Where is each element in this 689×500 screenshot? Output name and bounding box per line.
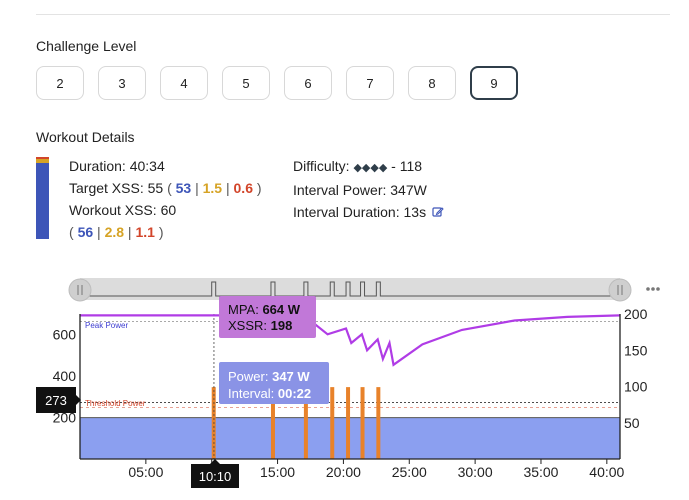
challenge-level-4-button[interactable]: 4 bbox=[160, 66, 208, 100]
xss-bar-blue bbox=[36, 163, 49, 239]
interval-duration-label: Interval Duration: bbox=[293, 204, 400, 220]
challenge-level-8-button[interactable]: 8 bbox=[408, 66, 456, 100]
more-horizontal-icon[interactable] bbox=[646, 287, 660, 291]
workout-xss-red: 1.1 bbox=[135, 224, 155, 240]
workout-chart-svg: 05:0010:0015:0020:0025:0030:0035:0040:00… bbox=[36, 278, 660, 488]
target-xss-blue: 53 bbox=[175, 180, 192, 196]
xssr-value: 198 bbox=[271, 318, 293, 333]
interval-power-label: Interval Power: bbox=[293, 182, 387, 198]
difficulty-label: Difficulty: bbox=[293, 158, 350, 174]
duration-row: Duration: 40:34 bbox=[69, 155, 262, 177]
xss-composition-bar bbox=[36, 157, 49, 239]
xssr-label: XSSR: bbox=[228, 318, 267, 333]
svg-text:Power: 347 W: Power: 347 W bbox=[228, 369, 310, 384]
navigator-left-handle[interactable] bbox=[68, 278, 92, 302]
challenge-level-3-button[interactable]: 3 bbox=[98, 66, 146, 100]
mpa-label: MPA: bbox=[228, 302, 259, 317]
edit-icon[interactable] bbox=[432, 202, 444, 224]
top-divider bbox=[36, 14, 670, 15]
interval-duration-value: 13s bbox=[403, 204, 427, 220]
duration-value: 40:34 bbox=[129, 158, 165, 174]
x-marker-text: 10:10 bbox=[199, 469, 232, 484]
y-left-tick-label: 600 bbox=[53, 327, 77, 343]
challenge-level-7-button[interactable]: 7 bbox=[346, 66, 394, 100]
workout-xss-parts-row: ( 56 | 2.8 | 1.1 ) bbox=[69, 224, 164, 240]
workout-xss-yellow: 2.8 bbox=[104, 224, 125, 240]
y-left-tick-label: 400 bbox=[53, 368, 77, 384]
x-tick-label: 25:00 bbox=[392, 464, 427, 480]
interval-power-value: 347W bbox=[390, 182, 427, 198]
x-tick-label: 20:00 bbox=[326, 464, 361, 480]
difficulty-row: Difficulty: ◆◆◆◆ - 118 bbox=[293, 155, 444, 179]
power-value: 347 W bbox=[272, 369, 310, 384]
challenge-level-6-button[interactable]: 6 bbox=[284, 66, 332, 100]
workout-xss-value: 60 bbox=[160, 202, 177, 218]
x-tick-label: 40:00 bbox=[589, 464, 624, 480]
y-right-tick-label: 200 bbox=[624, 306, 648, 322]
workout-xss-label: Workout XSS: bbox=[69, 202, 157, 218]
challenge-level-title: Challenge Level bbox=[36, 38, 137, 54]
challenge-level-9-button[interactable]: 9 bbox=[470, 66, 518, 100]
power-label: Power: bbox=[228, 369, 268, 384]
workout-xss-blue: 56 bbox=[77, 224, 94, 240]
navigator-right-handle[interactable] bbox=[608, 278, 632, 302]
target-xss-value: 55 bbox=[147, 180, 164, 196]
interval-bar-5 bbox=[346, 387, 351, 459]
interval-bar-4 bbox=[330, 387, 335, 459]
target-xss-row: Target XSS: 55 ( 53 | 1.5 | 0.6 ) bbox=[69, 180, 262, 196]
threshold-power-label: Threshold Power bbox=[85, 399, 146, 408]
target-xss-label: Target XSS: bbox=[69, 180, 144, 196]
svg-text:XSSR: 198: XSSR: 198 bbox=[228, 318, 292, 333]
workout-details-left: Duration: 40:34 Target XSS: 55 ( 53 | 1.… bbox=[69, 155, 262, 243]
interval-bar-7 bbox=[376, 387, 381, 459]
challenge-level-2-button[interactable]: 2 bbox=[36, 66, 84, 100]
y-marker-text: 273 bbox=[45, 393, 67, 408]
difficulty-value: - 118 bbox=[391, 158, 423, 174]
svg-text:Interval: 00:22: Interval: 00:22 bbox=[228, 386, 311, 401]
y-right-tick-label: 100 bbox=[624, 379, 648, 395]
x-tick-label: 30:00 bbox=[458, 464, 493, 480]
interval-bar-6 bbox=[360, 387, 365, 459]
workout-xss-row: Workout XSS: 60 bbox=[69, 199, 262, 221]
challenge-level-5-button[interactable]: 5 bbox=[222, 66, 270, 100]
difficulty-diamonds-icon: ◆◆◆◆ bbox=[353, 161, 388, 174]
x-tick-label: 35:00 bbox=[523, 464, 558, 480]
target-xss-red: 0.6 bbox=[233, 180, 253, 196]
y-right-tick-label: 150 bbox=[624, 342, 648, 358]
duration-label: Duration: bbox=[69, 158, 126, 174]
target-xss-yellow: 1.5 bbox=[202, 180, 223, 196]
interval-label: Interval: bbox=[228, 386, 274, 401]
y-value-marker: 273 bbox=[36, 387, 81, 413]
x-tick-label: 05:00 bbox=[128, 464, 163, 480]
x-tick-label: 15:00 bbox=[260, 464, 295, 480]
y-right-tick-label: 50 bbox=[624, 415, 640, 431]
mpa-value: 664 W bbox=[262, 302, 300, 317]
power-tooltip: Power: 347 W Interval: 00:22 bbox=[219, 362, 329, 404]
interval-duration-row: Interval Duration: 13s bbox=[293, 201, 444, 224]
interval-value: 00:22 bbox=[278, 386, 311, 401]
challenge-level-selector: 23456789 bbox=[36, 66, 518, 100]
workout-chart: 05:0010:0015:0020:0025:0030:0035:0040:00… bbox=[0, 268, 689, 500]
mpa-tooltip: MPA: 664 W XSSR: 198 bbox=[219, 296, 316, 338]
svg-text:MPA: 664 W: MPA: 664 W bbox=[228, 302, 301, 317]
workout-details-right: Difficulty: ◆◆◆◆ - 118 Interval Power: 3… bbox=[293, 155, 444, 224]
peak-power-label: Peak Power bbox=[85, 321, 128, 330]
interval-power-row: Interval Power: 347W bbox=[293, 179, 444, 201]
workout-details-title: Workout Details bbox=[36, 129, 135, 145]
